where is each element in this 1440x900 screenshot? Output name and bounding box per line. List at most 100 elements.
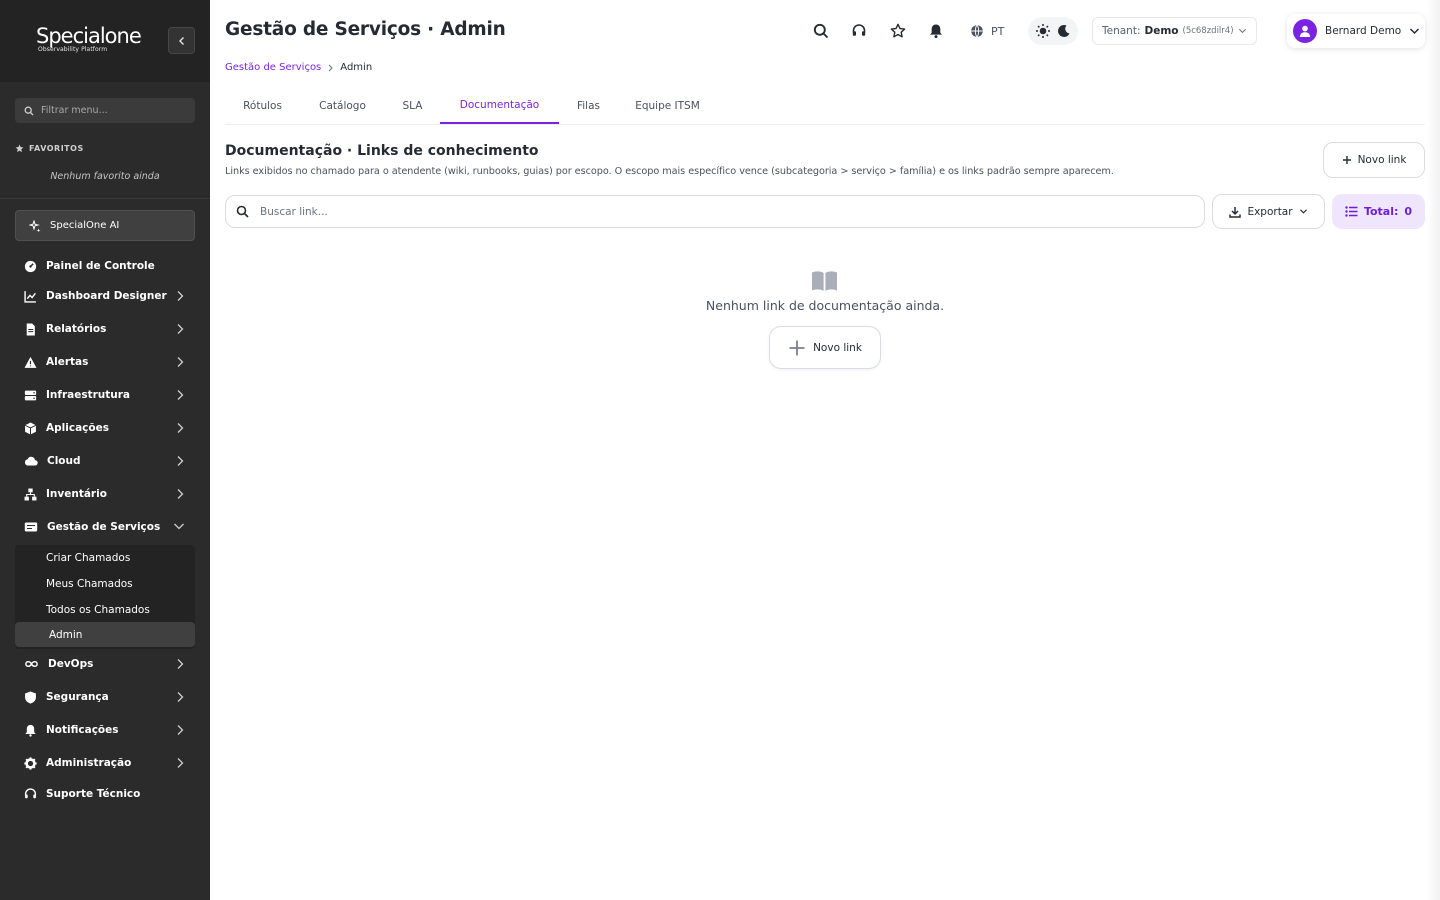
chevron-right-icon <box>177 758 184 768</box>
header-favorites-button[interactable] <box>888 21 908 41</box>
sidebar-item-dashboard-designer[interactable]: Dashboard Designer <box>15 282 195 310</box>
sidebar-item-label: Segurança <box>46 691 109 703</box>
cloud-icon <box>24 456 38 466</box>
plus-icon <box>789 340 805 355</box>
gear-icon <box>24 756 37 770</box>
theme-toggle[interactable] <box>1028 17 1078 45</box>
cube-icon <box>24 422 37 434</box>
chevron-right-icon <box>177 725 184 735</box>
submenu-criar-chamados[interactable]: Criar Chamados <box>15 545 195 570</box>
admin-tabs: Rótulos Catálogo SLA Documentação Filas … <box>225 88 1425 125</box>
sidebar-item-label: DevOps <box>48 658 94 670</box>
chevron-right-icon <box>177 489 184 499</box>
sidebar-item-label: Cloud <box>47 455 81 467</box>
tab-rotulos[interactable]: Rótulos <box>225 88 300 124</box>
sidebar-item-notificacoes[interactable]: Notificações <box>15 716 195 744</box>
header-search-button[interactable] <box>811 21 831 41</box>
favorites-title: FAVORITOS <box>29 144 84 153</box>
user-menu[interactable]: Bernard Demo <box>1287 14 1425 48</box>
service-desk-icon <box>24 522 38 532</box>
link-search-input[interactable] <box>260 205 1160 218</box>
menu-filter[interactable] <box>15 98 195 123</box>
chevron-right-icon <box>177 324 184 334</box>
new-link-button[interactable]: Novo link <box>1323 142 1425 178</box>
sidebar-item-label: Notificações <box>46 724 119 736</box>
language-selector[interactable]: PT <box>970 21 1004 41</box>
plus-icon <box>1342 156 1351 164</box>
breadcrumb: Gestão de Serviços Admin <box>225 62 372 73</box>
line-chart-icon <box>24 290 36 303</box>
chevron-right-icon <box>177 456 184 466</box>
sidebar-item-devops[interactable]: DevOps <box>15 650 195 678</box>
sidebar-item-aplicacoes[interactable]: Aplicações <box>15 414 195 442</box>
language-code: PT <box>991 24 1005 38</box>
sidebar-item-inventario[interactable]: Inventário <box>15 480 195 508</box>
infinity-icon <box>25 661 38 667</box>
empty-state-new-link-button[interactable]: Novo link <box>769 326 881 369</box>
sidebar-item-label: Painel de Controle <box>46 260 155 272</box>
tab-documentacao[interactable]: Documentação <box>440 88 559 124</box>
sidebar-item-label: Relatórios <box>46 323 107 335</box>
sidebar-item-administracao[interactable]: Administração <box>15 749 195 777</box>
submenu-admin[interactable]: Admin <box>15 622 195 647</box>
chevron-right-icon <box>177 659 184 669</box>
sidebar-item-gestao-servicos[interactable]: Gestão de Serviços <box>15 513 195 541</box>
user-icon <box>1299 25 1311 37</box>
sidebar-item-label: Dashboard Designer <box>46 290 167 302</box>
section-title: Documentação · Links de conhecimento <box>225 143 539 159</box>
headset-icon <box>852 24 866 36</box>
chevron-down-icon <box>1299 209 1307 214</box>
tab-equipe-itsm[interactable]: Equipe ITSM <box>625 88 710 124</box>
bell-icon <box>930 24 942 39</box>
collapse-sidebar-button[interactable] <box>168 27 195 54</box>
search-icon <box>24 106 34 115</box>
sidebar-item-painel[interactable]: Painel de Controle <box>15 252 195 280</box>
submenu-meus-chamados[interactable]: Meus Chamados <box>15 571 195 596</box>
submenu-todos-chamados[interactable]: Todos os Chamados <box>15 597 195 622</box>
moon-icon <box>1058 24 1070 37</box>
sidebar-item-label: Gestão de Serviços <box>47 521 161 533</box>
sidebar-divider <box>0 198 210 199</box>
tenant-label: Tenant: <box>1102 25 1141 37</box>
page-title: Gestão de Serviços · Admin <box>225 19 506 40</box>
list-icon <box>1345 206 1358 217</box>
tab-sla[interactable]: SLA <box>390 88 435 124</box>
star-icon <box>15 144 24 153</box>
star-icon <box>890 23 906 38</box>
tab-catalogo[interactable]: Catálogo <box>305 88 380 124</box>
ai-label: SpecialOne AI <box>50 220 120 231</box>
link-search[interactable] <box>225 195 1205 228</box>
dashboard-gauge-icon <box>24 260 37 272</box>
breadcrumb-parent-link[interactable]: Gestão de Serviços <box>225 62 321 73</box>
tab-filas[interactable]: Filas <box>565 88 612 124</box>
header-notifications-button[interactable] <box>926 21 946 41</box>
total-badge: Total: 0 <box>1332 194 1425 229</box>
sidebar-item-seguranca[interactable]: Segurança <box>15 683 195 711</box>
sitemap-icon <box>24 488 37 500</box>
favorites-empty: Nenhum favorito ainda <box>50 171 160 182</box>
sidebar-item-cloud[interactable]: Cloud <box>15 447 195 475</box>
export-button[interactable]: Exportar <box>1212 194 1325 229</box>
search-icon <box>236 205 249 218</box>
brand-logo: Specialone <box>36 24 142 48</box>
headset-icon <box>24 787 37 798</box>
sidebar-item-label: Inventário <box>46 488 107 500</box>
brand-tagline: Observability Platform <box>38 46 108 53</box>
tenant-selector[interactable]: Tenant: Demo (5c68zdilr4) <box>1092 17 1257 45</box>
header-support-button[interactable] <box>849 21 869 41</box>
chevron-right-icon <box>177 692 184 702</box>
menu-filter-input[interactable] <box>41 105 181 116</box>
page-edge-shadow <box>1426 0 1440 900</box>
specialone-ai-button[interactable]: SpecialOne AI <box>15 210 195 241</box>
chevron-right-icon <box>177 390 184 400</box>
export-label: Exportar <box>1247 205 1293 218</box>
sidebar: Specialone Observability Platform FAVORI… <box>0 0 210 900</box>
sidebar-item-infraestrutura[interactable]: Infraestrutura <box>15 381 195 409</box>
sidebar-item-label: Aplicações <box>46 422 109 434</box>
sidebar-item-alertas[interactable]: Alertas <box>15 348 195 376</box>
tenant-name: Demo <box>1144 25 1179 37</box>
sidebar-item-suporte[interactable]: Suporte Técnico <box>15 780 195 808</box>
sidebar-item-relatorios[interactable]: Relatórios <box>15 315 195 343</box>
chevron-down-icon <box>174 523 184 530</box>
shield-icon <box>25 691 36 704</box>
